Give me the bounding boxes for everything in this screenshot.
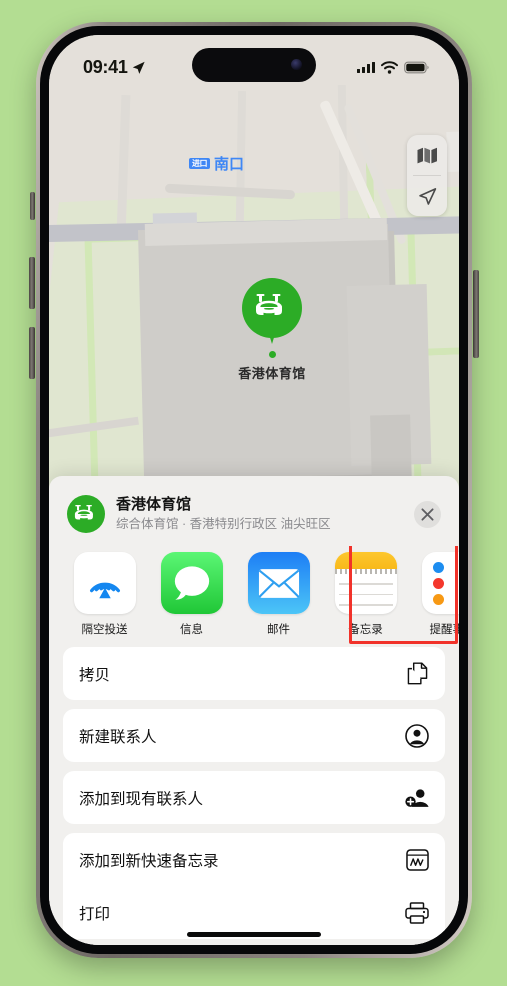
person-circle-icon <box>405 723 429 748</box>
status-indicators <box>357 60 429 74</box>
wifi-icon <box>381 60 398 74</box>
phone-screen: 进口 南口 香港体育馆 09:41 香港体育馆 综合体育馆 · 香港特别行政区 … <box>49 35 459 945</box>
notes-icon <box>334 552 397 614</box>
share-app-messages[interactable]: 信息 <box>158 552 225 637</box>
close-icon <box>421 507 434 521</box>
share-sheet-header: 香港体育馆 综合体育馆 · 香港特别行政区 油尖旺区 <box>49 476 459 546</box>
share-apps-row[interactable]: 隔空投送 信息 邮件 备忘录 提醒事 <box>49 546 459 647</box>
dynamic-island[interactable] <box>192 48 316 82</box>
map-poi-marker[interactable]: 香港体育馆 <box>227 278 317 382</box>
map-building <box>370 414 412 486</box>
action-group: 添加到新快速备忘录 打印 <box>63 833 445 939</box>
share-app-reminders[interactable]: 提醒事项 <box>419 552 459 637</box>
share-app-label: 隔空投送 <box>81 624 128 636</box>
notes-line <box>338 583 393 585</box>
map-controls-group <box>407 135 447 216</box>
mail-icon <box>247 552 310 614</box>
notes-line <box>338 604 393 606</box>
power-button[interactable] <box>473 270 479 358</box>
share-sheet-subtitle: 综合体育馆 · 香港特别行政区 油尖旺区 <box>116 516 331 531</box>
close-button[interactable] <box>414 500 441 528</box>
status-time: 09:41 <box>83 56 128 77</box>
status-time-group: 09:41 <box>83 57 146 78</box>
location-arrow-icon <box>418 187 436 205</box>
copy-documents-icon <box>405 662 429 686</box>
share-app-mail[interactable]: 邮件 <box>245 552 312 637</box>
action-row-add-existing-contact[interactable]: 添加到现有联系人 <box>63 771 445 824</box>
map-pin-shape <box>242 278 302 350</box>
silent-switch-button[interactable] <box>30 192 35 220</box>
volume-up-button[interactable] <box>29 257 35 309</box>
volume-down-button[interactable] <box>29 327 35 379</box>
phone-device-frame: 进口 南口 香港体育馆 09:41 香港体育馆 综合体育馆 · 香港特别行政区 … <box>29 22 479 958</box>
messages-icon <box>160 552 223 614</box>
action-group: 拷贝 <box>63 647 445 700</box>
printer-icon <box>405 901 429 925</box>
person-badge-plus-icon <box>405 786 429 810</box>
front-camera-icon <box>291 59 302 70</box>
action-label: 新建联系人 <box>79 728 157 746</box>
reminders-icon <box>421 552 459 614</box>
action-row-add-quick-note[interactable]: 添加到新快速备忘录 <box>63 833 445 886</box>
location-arrow-icon <box>132 61 145 74</box>
share-sheet: 香港体育馆 综合体育馆 · 香港特别行政区 油尖旺区 隔空投送 信息 邮件 备忘… <box>49 476 459 945</box>
share-sheet-title: 香港体育馆 <box>116 495 192 513</box>
map-layers-button[interactable] <box>407 135 447 175</box>
share-app-airdrop[interactable]: 隔空投送 <box>71 552 138 637</box>
notes-line <box>338 593 393 596</box>
map-pin-anchor-dot <box>268 351 276 358</box>
reminder-dot-orange <box>432 593 444 605</box>
reminder-dot-red <box>432 577 444 589</box>
map-poi-label: 香港体育馆 <box>238 366 306 381</box>
notes-header-strip <box>334 552 397 569</box>
map-building <box>446 129 459 173</box>
share-app-label: 提醒事项 <box>429 624 460 636</box>
notes-rings <box>334 569 397 574</box>
action-label: 添加到新快速备忘录 <box>79 852 219 870</box>
airdrop-icon <box>73 552 136 614</box>
action-row-new-contact[interactable]: 新建联系人 <box>63 709 445 762</box>
share-app-label: 邮件 <box>267 624 290 636</box>
share-app-notes[interactable]: 备忘录 <box>332 552 399 637</box>
action-label: 打印 <box>79 905 111 923</box>
action-label: 拷贝 <box>79 666 111 684</box>
stadium-icon <box>256 294 282 315</box>
share-actions-list: 拷贝 新建联系人 添加到现有联系人 添加到新快速备忘录 打印 <box>49 647 459 939</box>
place-avatar <box>67 495 105 533</box>
share-app-label: 信息 <box>180 624 203 636</box>
map-label-text: 南口 <box>214 156 245 173</box>
quick-note-icon <box>405 848 429 872</box>
map-label-entrance: 进口 南口 <box>189 153 244 174</box>
action-label: 添加到现有联系人 <box>79 790 204 808</box>
phone-bezel: 进口 南口 香港体育馆 09:41 香港体育馆 综合体育馆 · 香港特别行政区 … <box>40 26 468 954</box>
map-locate-button[interactable] <box>407 176 447 216</box>
action-row-copy[interactable]: 拷贝 <box>63 647 445 700</box>
cellular-signal-icon <box>357 61 375 73</box>
share-app-label: 备忘录 <box>348 624 383 636</box>
action-group: 新建联系人 <box>63 709 445 762</box>
action-group: 添加到现有联系人 <box>63 771 445 824</box>
reminder-dot-blue <box>432 561 444 573</box>
stadium-icon <box>74 505 93 520</box>
home-indicator[interactable] <box>187 932 321 937</box>
map-label-badge: 进口 <box>189 157 210 170</box>
share-sheet-titles: 香港体育馆 综合体育馆 · 香港特别行政区 油尖旺区 <box>116 496 403 532</box>
map-layers-icon <box>417 147 437 163</box>
battery-full-icon <box>404 61 429 73</box>
